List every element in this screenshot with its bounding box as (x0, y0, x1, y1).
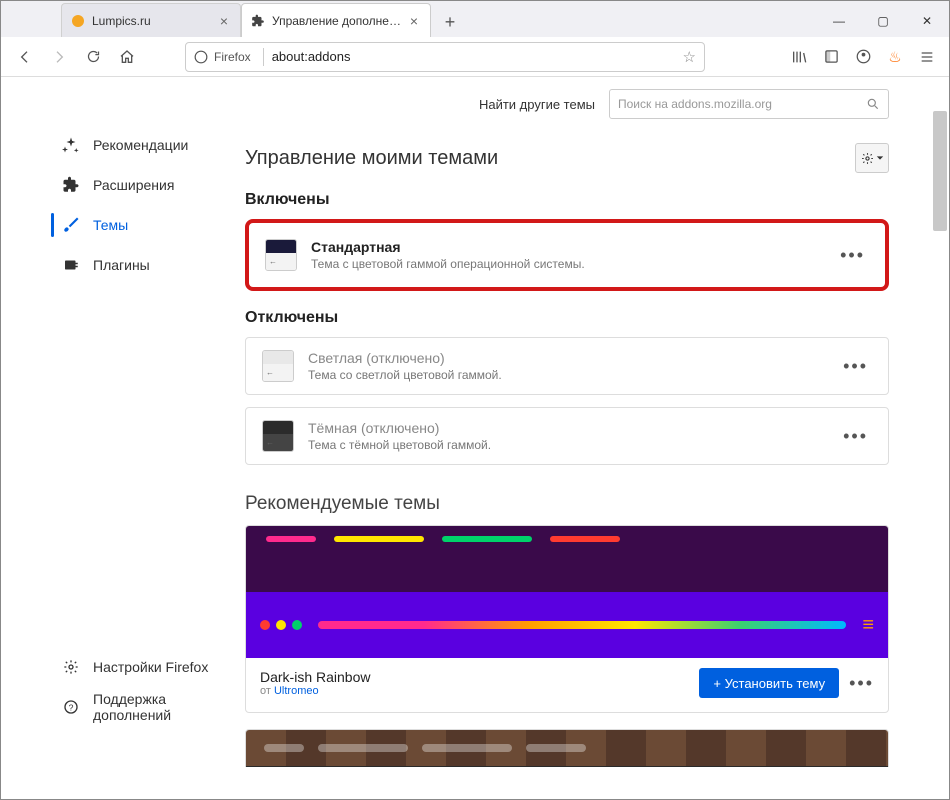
puzzle-icon (250, 13, 266, 29)
back-button[interactable] (9, 41, 41, 73)
library-icon[interactable] (785, 43, 813, 71)
identity-label: Firefox (214, 50, 251, 64)
home-button[interactable] (111, 41, 143, 73)
reco-card-oldwood: ≡ OldWood (245, 729, 889, 767)
reco-card-darkish-rainbow: ≡ Dark-ish Rainbow от Ultromeo + Установ… (245, 525, 889, 713)
sidebar-addon-support[interactable]: ? Поддержка дополнений (1, 687, 233, 727)
tab-addons[interactable]: Управление дополнениями × (241, 3, 431, 37)
sidebar-item-label: Настройки Firefox (93, 659, 208, 675)
gear-icon (861, 152, 874, 165)
theme-desc: Тема с тёмной цветовой гаммой. (308, 438, 825, 452)
url-text: about:addons (272, 49, 683, 64)
nav-toolbar: Firefox about:addons ☆ ♨ (1, 37, 949, 77)
reload-button[interactable] (77, 41, 109, 73)
tab-close-icon[interactable]: × (406, 13, 422, 29)
section-disabled: Отключены (245, 309, 889, 327)
gear-icon (61, 659, 81, 675)
search-row: Найти другие темы Поиск на addons.mozill… (245, 89, 889, 119)
theme-preview: ≡ (246, 766, 888, 767)
sidebar-item-plugins[interactable]: Плагины (1, 245, 233, 285)
extension-flame-icon[interactable]: ♨ (881, 43, 909, 71)
theme-desc: Тема с цветовой гаммой операционной сист… (311, 257, 822, 271)
sidebar-item-extensions[interactable]: Расширения (1, 165, 233, 205)
window-minimize[interactable]: — (817, 5, 861, 37)
sidebar-firefox-settings[interactable]: Настройки Firefox (1, 647, 233, 687)
profile-icon[interactable] (849, 43, 877, 71)
tab-strip: Lumpics.ru × Управление дополнениями × +… (1, 1, 949, 37)
theme-card-default[interactable]: Стандартная Тема с цветовой гаммой опера… (245, 219, 889, 291)
reco-author: от Ultromeo (260, 685, 370, 697)
new-tab-button[interactable]: + (435, 7, 465, 37)
theme-title: Тёмная (отключено) (308, 420, 825, 436)
theme-preview (246, 526, 888, 592)
theme-thumb-icon (262, 350, 294, 382)
theme-card-dark[interactable]: Тёмная (отключено) Тема с тёмной цветово… (245, 407, 889, 465)
main-panel: Найти другие темы Поиск на addons.mozill… (233, 77, 949, 767)
search-prompt: Найти другие темы (479, 97, 595, 112)
firefox-icon (194, 50, 208, 64)
author-link[interactable]: Ultromeo (274, 685, 319, 697)
tools-gear-button[interactable] (855, 143, 889, 173)
brush-icon (61, 216, 81, 234)
window-maximize[interactable]: ▢ (861, 5, 905, 37)
theme-preview (246, 730, 888, 766)
url-bar[interactable]: Firefox about:addons ☆ (185, 42, 705, 72)
search-icon (866, 97, 880, 111)
theme-thumb-icon (262, 420, 294, 452)
theme-card-light[interactable]: Светлая (отключено) Тема со светлой цвет… (245, 337, 889, 395)
svg-text:?: ? (69, 702, 74, 712)
forward-button[interactable] (43, 41, 75, 73)
hamburger-icon: ≡ (862, 614, 874, 637)
theme-preview: ≡ (246, 592, 888, 658)
menu-icon[interactable] (913, 43, 941, 71)
addon-search-input[interactable]: Поиск на addons.mozilla.org (609, 89, 889, 119)
theme-thumb-icon (265, 239, 297, 271)
theme-more-button[interactable]: ••• (836, 245, 869, 266)
sidebar-item-themes[interactable]: Темы (1, 205, 233, 245)
tab-label: Lumpics.ru (92, 14, 216, 28)
reco-title: Dark-ish Rainbow (260, 669, 370, 685)
reco-more-button[interactable]: ••• (849, 673, 874, 694)
chevron-down-icon (876, 154, 884, 162)
theme-title: Стандартная (311, 239, 822, 255)
theme-desc: Тема со светлой цветовой гаммой. (308, 368, 825, 382)
sparkle-icon (61, 136, 81, 154)
sidebar-item-recommendations[interactable]: Рекомендации (1, 125, 233, 165)
theme-more-button[interactable]: ••• (839, 426, 872, 447)
tab-favicon (70, 13, 86, 29)
puzzle-icon (61, 176, 81, 194)
plug-icon (61, 256, 81, 274)
identity-box[interactable]: Firefox (194, 48, 270, 66)
content-area: Рекомендации Расширения Темы Плагины (1, 77, 949, 767)
section-recommended: Рекомендуемые темы (245, 493, 889, 515)
sidebar: Рекомендации Расширения Темы Плагины (1, 77, 233, 767)
sidebar-toggle-icon[interactable] (817, 43, 845, 71)
tab-lumpics[interactable]: Lumpics.ru × (61, 3, 241, 37)
scrollbar[interactable] (933, 111, 947, 231)
tab-label: Управление дополнениями (272, 14, 406, 28)
bookmark-star-icon[interactable]: ☆ (683, 48, 696, 66)
tab-close-icon[interactable]: × (216, 13, 232, 29)
sidebar-item-label: Рекомендации (93, 137, 188, 153)
help-icon: ? (61, 699, 81, 715)
install-theme-button[interactable]: + Установить тему (699, 668, 839, 698)
window-close[interactable]: ✕ (905, 5, 949, 37)
sidebar-item-label: Поддержка дополнений (93, 691, 213, 723)
theme-more-button[interactable]: ••• (839, 356, 872, 377)
sidebar-item-label: Темы (93, 217, 128, 233)
sidebar-item-label: Плагины (93, 257, 150, 273)
page-title: Управление моими темами (245, 147, 498, 170)
section-enabled: Включены (245, 191, 889, 209)
page-heading-row: Управление моими темами (245, 143, 889, 173)
search-placeholder: Поиск на addons.mozilla.org (618, 97, 772, 111)
theme-title: Светлая (отключено) (308, 350, 825, 366)
sidebar-item-label: Расширения (93, 177, 174, 193)
